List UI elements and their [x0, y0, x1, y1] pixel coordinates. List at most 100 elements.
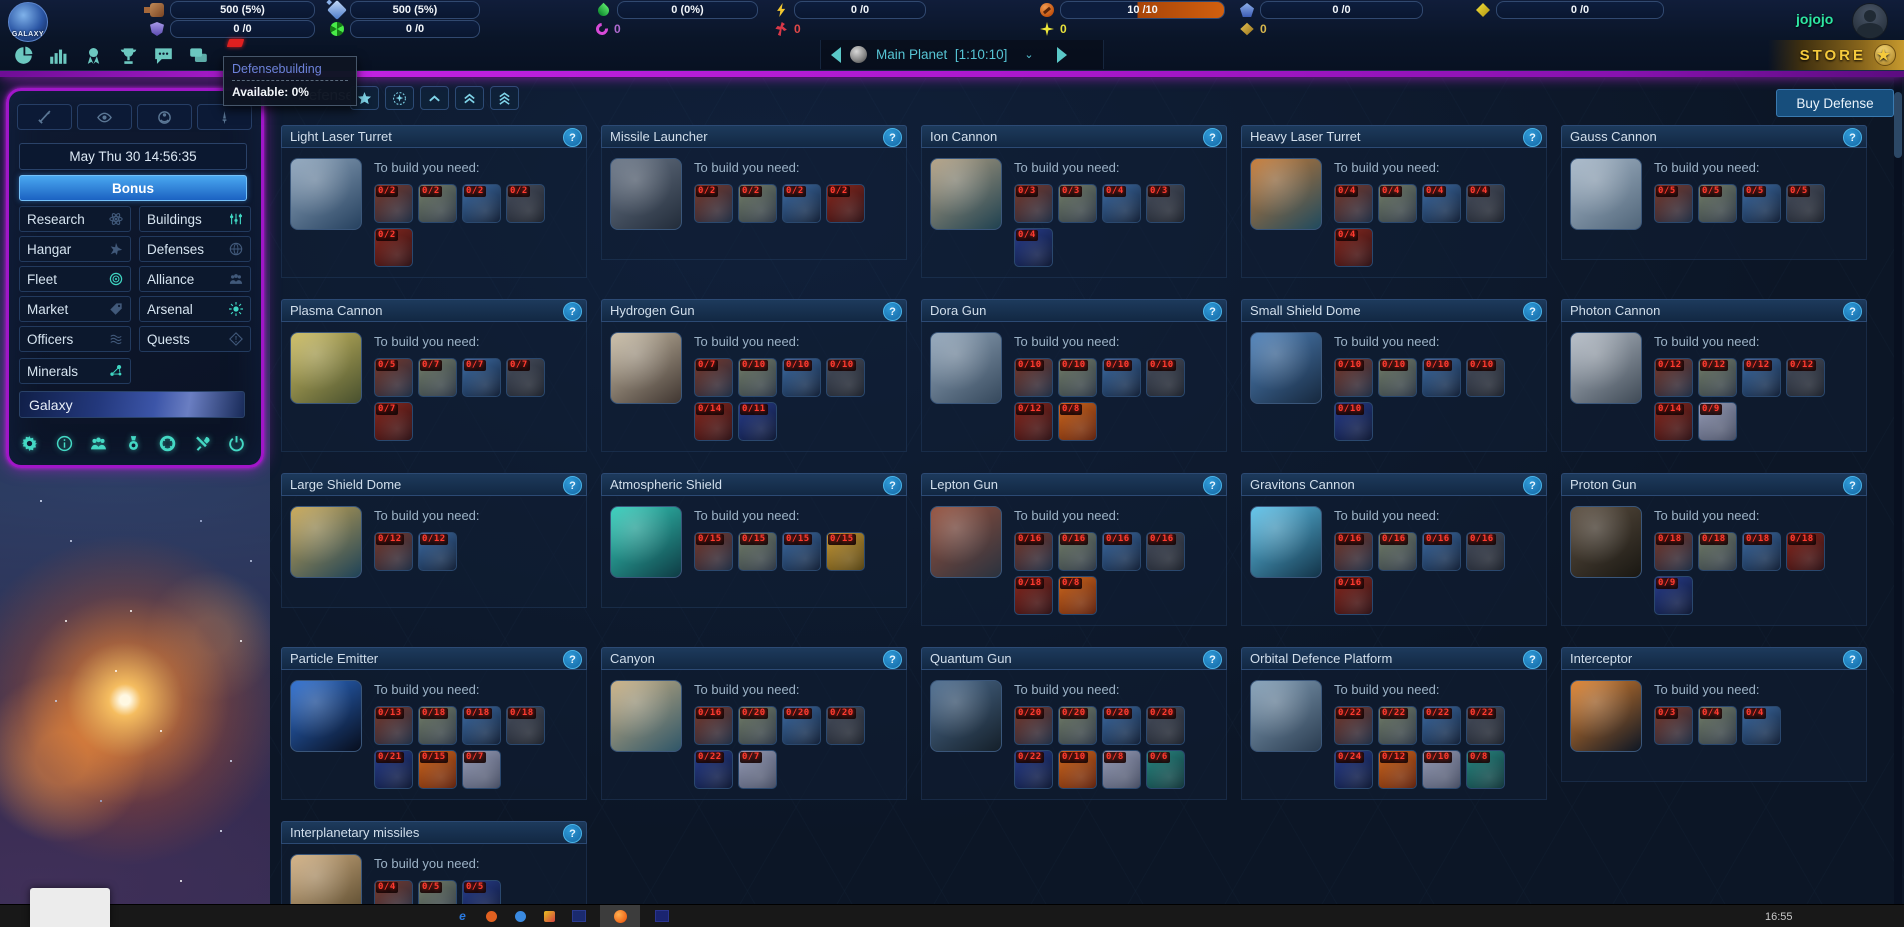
help-button[interactable]: ?: [1523, 476, 1542, 495]
defense-image[interactable]: [610, 680, 682, 752]
requirement-nebula-icon[interactable]: 0/8: [1102, 750, 1141, 789]
requirement-dark-icon[interactable]: 0/18: [506, 706, 545, 745]
requirement-metal-icon[interactable]: 0/16: [1334, 532, 1373, 571]
requirement-flame-icon[interactable]: 0/14: [1654, 402, 1693, 441]
requirement-flame-icon[interactable]: 0/2: [826, 184, 865, 223]
collapse-two-icon[interactable]: [455, 86, 484, 110]
requirement-spectre-icon[interactable]: 0/10: [782, 358, 821, 397]
requirement-fire-icon[interactable]: 0/8: [1058, 402, 1097, 441]
requirement-flame-icon[interactable]: 0/14: [694, 402, 733, 441]
defense-image[interactable]: [290, 506, 362, 578]
tools-icon[interactable]: [194, 435, 211, 457]
requirement-flame-icon[interactable]: 0/4: [1334, 228, 1373, 267]
help-button[interactable]: ?: [1843, 128, 1862, 147]
gear-icon[interactable]: [21, 435, 38, 457]
defense-image[interactable]: [610, 506, 682, 578]
requirement-spectre-icon[interactable]: 0/20: [1102, 706, 1141, 745]
help-button[interactable]: ?: [563, 824, 582, 843]
sidebar-item-officers[interactable]: Officers: [19, 326, 131, 352]
help-button[interactable]: ?: [1843, 302, 1862, 321]
help-button[interactable]: ?: [883, 302, 902, 321]
help-button[interactable]: ?: [563, 476, 582, 495]
sidebar-item-research[interactable]: Research: [19, 206, 131, 232]
requirement-metal-icon[interactable]: 0/4: [1334, 184, 1373, 223]
requirement-fire-icon[interactable]: 0/12: [1378, 750, 1417, 789]
help-button[interactable]: ?: [1523, 302, 1542, 321]
requirement-soldier-icon[interactable]: 0/18: [1698, 532, 1737, 571]
requirement-soldier-icon[interactable]: 0/20: [738, 706, 777, 745]
requirement-metal-icon[interactable]: 0/5: [1654, 184, 1693, 223]
requirement-spectre-icon[interactable]: 0/5: [1742, 184, 1781, 223]
prev-planet-arrow[interactable]: [831, 47, 841, 63]
help-button[interactable]: ?: [1203, 476, 1222, 495]
sidebar-item-buildings[interactable]: Buildings: [139, 206, 251, 232]
requirement-soldier-icon[interactable]: 0/10: [1058, 358, 1097, 397]
stats-icon[interactable]: [47, 45, 69, 65]
requirement-dark-icon[interactable]: 0/2: [506, 184, 545, 223]
help-button[interactable]: ?: [563, 302, 582, 321]
requirement-metal-icon[interactable]: 0/10: [1334, 358, 1373, 397]
requirement-metal-icon[interactable]: 0/13: [374, 706, 413, 745]
requirement-spectre-icon[interactable]: 0/18: [462, 706, 501, 745]
defense-image[interactable]: [290, 158, 362, 230]
forum-icon[interactable]: [187, 45, 209, 65]
requirement-spectre-icon[interactable]: 0/4: [1742, 706, 1781, 745]
requirement-teal-icon[interactable]: 0/6: [1146, 750, 1185, 789]
requirement-spectre-icon[interactable]: 0/12: [1742, 358, 1781, 397]
media-app-icon[interactable]: [542, 909, 557, 924]
requirement-soldier-icon[interactable]: 0/5: [418, 880, 457, 905]
help-button[interactable]: ?: [883, 128, 902, 147]
defense-image[interactable]: [930, 680, 1002, 752]
requirement-vortex-icon[interactable]: 0/5: [462, 880, 501, 905]
requirement-metal-icon[interactable]: 0/3: [1654, 706, 1693, 745]
requirement-spectre-icon[interactable]: 0/4: [1422, 184, 1461, 223]
galaxy-logo[interactable]: GALAXY: [8, 2, 48, 42]
requirement-nebula-icon[interactable]: 0/7: [462, 750, 501, 789]
requirement-vortex-icon[interactable]: 0/4: [1014, 228, 1053, 267]
requirement-spectre-icon[interactable]: 0/7: [462, 358, 501, 397]
requirement-spectre-icon[interactable]: 0/16: [1102, 532, 1141, 571]
requirement-dark-icon[interactable]: 0/22: [1466, 706, 1505, 745]
requirement-dark-icon[interactable]: 0/10: [826, 358, 865, 397]
requirement-metal-icon[interactable]: 0/12: [1654, 358, 1693, 397]
sidebar-item-defenses[interactable]: Defenses: [139, 236, 251, 262]
requirement-soldier-icon[interactable]: 0/22: [1378, 706, 1417, 745]
power-icon[interactable]: [228, 435, 245, 457]
requirement-flame-icon[interactable]: 0/12: [1014, 402, 1053, 441]
requirement-flame-icon[interactable]: 0/18: [1786, 532, 1825, 571]
requirement-vortex-icon[interactable]: 0/21: [374, 750, 413, 789]
sidebar-item-quests[interactable]: Quests: [139, 326, 251, 352]
chat-icon[interactable]: [152, 45, 174, 65]
sidebar-item-fleet[interactable]: Fleet: [19, 266, 131, 292]
sidebar-item-galaxy[interactable]: Galaxy: [19, 391, 245, 418]
requirement-dark-icon[interactable]: 0/7: [506, 358, 545, 397]
requirement-dark-icon[interactable]: 0/16: [1466, 532, 1505, 571]
requirement-vortex-icon[interactable]: 0/22: [694, 750, 733, 789]
defense-image[interactable]: [930, 158, 1002, 230]
requirement-metal-icon[interactable]: 0/2: [374, 184, 413, 223]
requirement-soldier-icon[interactable]: 0/2: [418, 184, 457, 223]
requirement-metal-icon[interactable]: 0/2: [694, 184, 733, 223]
requirement-gold-icon[interactable]: 0/15: [826, 532, 865, 571]
defense-image[interactable]: [290, 854, 362, 905]
group-icon[interactable]: [90, 435, 107, 457]
requirement-metal-icon[interactable]: 0/15: [694, 532, 733, 571]
requirement-flame-icon[interactable]: 0/18: [1014, 576, 1053, 615]
requirement-flame-icon[interactable]: 0/16: [1334, 576, 1373, 615]
browser-e-icon[interactable]: e: [455, 909, 470, 924]
requirement-dark-icon[interactable]: 0/10: [1146, 358, 1185, 397]
help-button[interactable]: ?: [1203, 302, 1222, 321]
store-button[interactable]: STORE ★: [1768, 40, 1904, 70]
info-icon[interactable]: [56, 435, 73, 457]
requirement-spectre-icon[interactable]: 0/4: [1102, 184, 1141, 223]
requirement-dark-icon[interactable]: 0/12: [1786, 358, 1825, 397]
requirement-metal-icon[interactable]: 0/16: [694, 706, 733, 745]
avatar[interactable]: [1852, 3, 1888, 39]
sidebar-item-market[interactable]: Market: [19, 296, 131, 322]
defense-image[interactable]: [1570, 506, 1642, 578]
requirement-dark-icon[interactable]: 0/10: [1466, 358, 1505, 397]
tool-button-orbit-icon[interactable]: [137, 104, 192, 130]
requirement-spectre-icon[interactable]: 0/18: [1742, 532, 1781, 571]
medal-ribbon-icon[interactable]: [125, 435, 142, 457]
defense-image[interactable]: [290, 680, 362, 752]
